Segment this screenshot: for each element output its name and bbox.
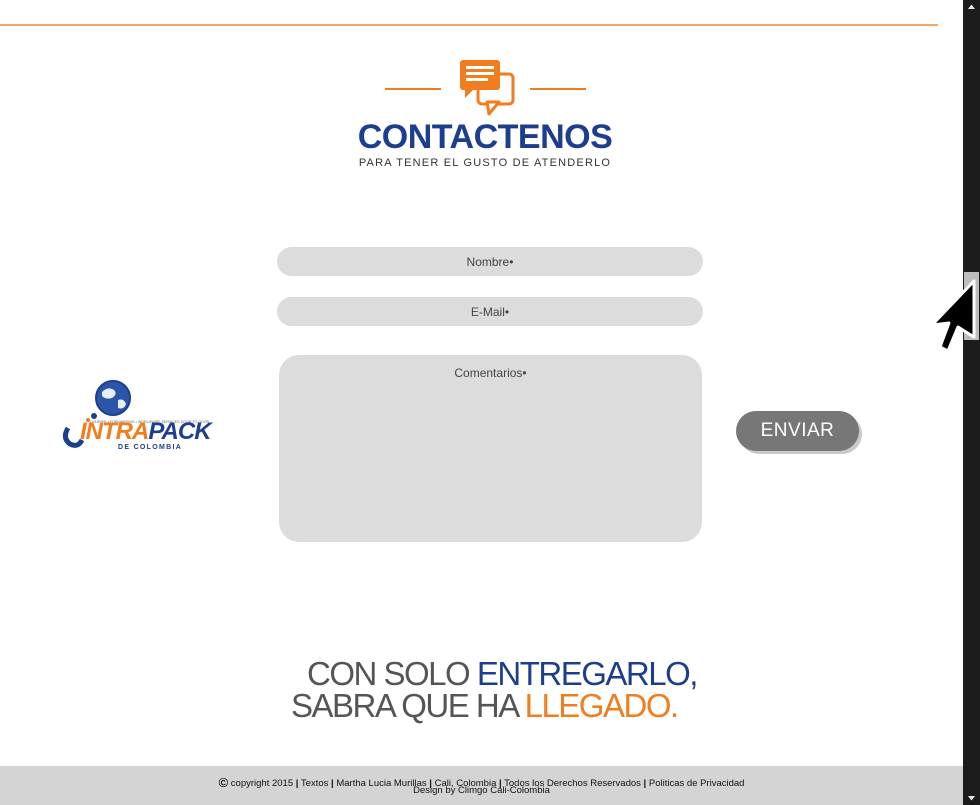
logo-wordmark-pack: PACK [148, 418, 211, 445]
decorative-line-right [530, 88, 586, 90]
contact-heading: CONTACTENOS PARA TENER EL GUSTO DE ATEND… [340, 58, 630, 178]
slogan-line-2-bold: LLEGADO. [524, 687, 680, 724]
intrapack-logo: COURIER • FORWARDING • WORLDWIDE SERVICE… [60, 380, 235, 455]
email-field[interactable] [277, 297, 703, 326]
send-button[interactable]: ENVIAR [736, 411, 859, 451]
slogan-line-1: CON SOLO ENTREGARLO, [291, 657, 711, 690]
slogan: CON SOLO ENTREGARLO, SABRA QUE HA LLEGAD… [291, 657, 711, 724]
footer: © copyright 2015 | Textos | Martha Lucia… [0, 766, 963, 805]
logo-subtitle: DE COLOMBIA [118, 444, 183, 451]
scroll-up-arrow-icon[interactable] [963, 0, 980, 14]
name-field[interactable] [277, 247, 703, 276]
logo-wordmark-intra: INTRA [80, 418, 149, 445]
page-title: CONTACTENOS [357, 118, 613, 156]
slogan-line-2-light: SABRA QUE HA [291, 687, 525, 724]
scrollbar-thumb[interactable] [964, 272, 979, 340]
chat-bubbles-icon [460, 60, 515, 116]
top-divider [0, 24, 938, 26]
comments-field[interactable] [279, 355, 702, 542]
page-subtitle: PARA TENER EL GUSTO DE ATENDERLO [358, 157, 612, 169]
decorative-line-left [385, 88, 441, 90]
footer-design-credit: Design by Climgo Cali-Colombia [413, 785, 550, 796]
logo-wordmark: INTRAPACK [80, 418, 212, 445]
vertical-scrollbar[interactable] [963, 0, 980, 805]
slogan-line-2: SABRA QUE HA LLEGADO. [291, 687, 711, 724]
scroll-down-arrow-icon[interactable] [963, 791, 980, 805]
page: CONTACTENOS PARA TENER EL GUSTO DE ATEND… [0, 0, 963, 805]
